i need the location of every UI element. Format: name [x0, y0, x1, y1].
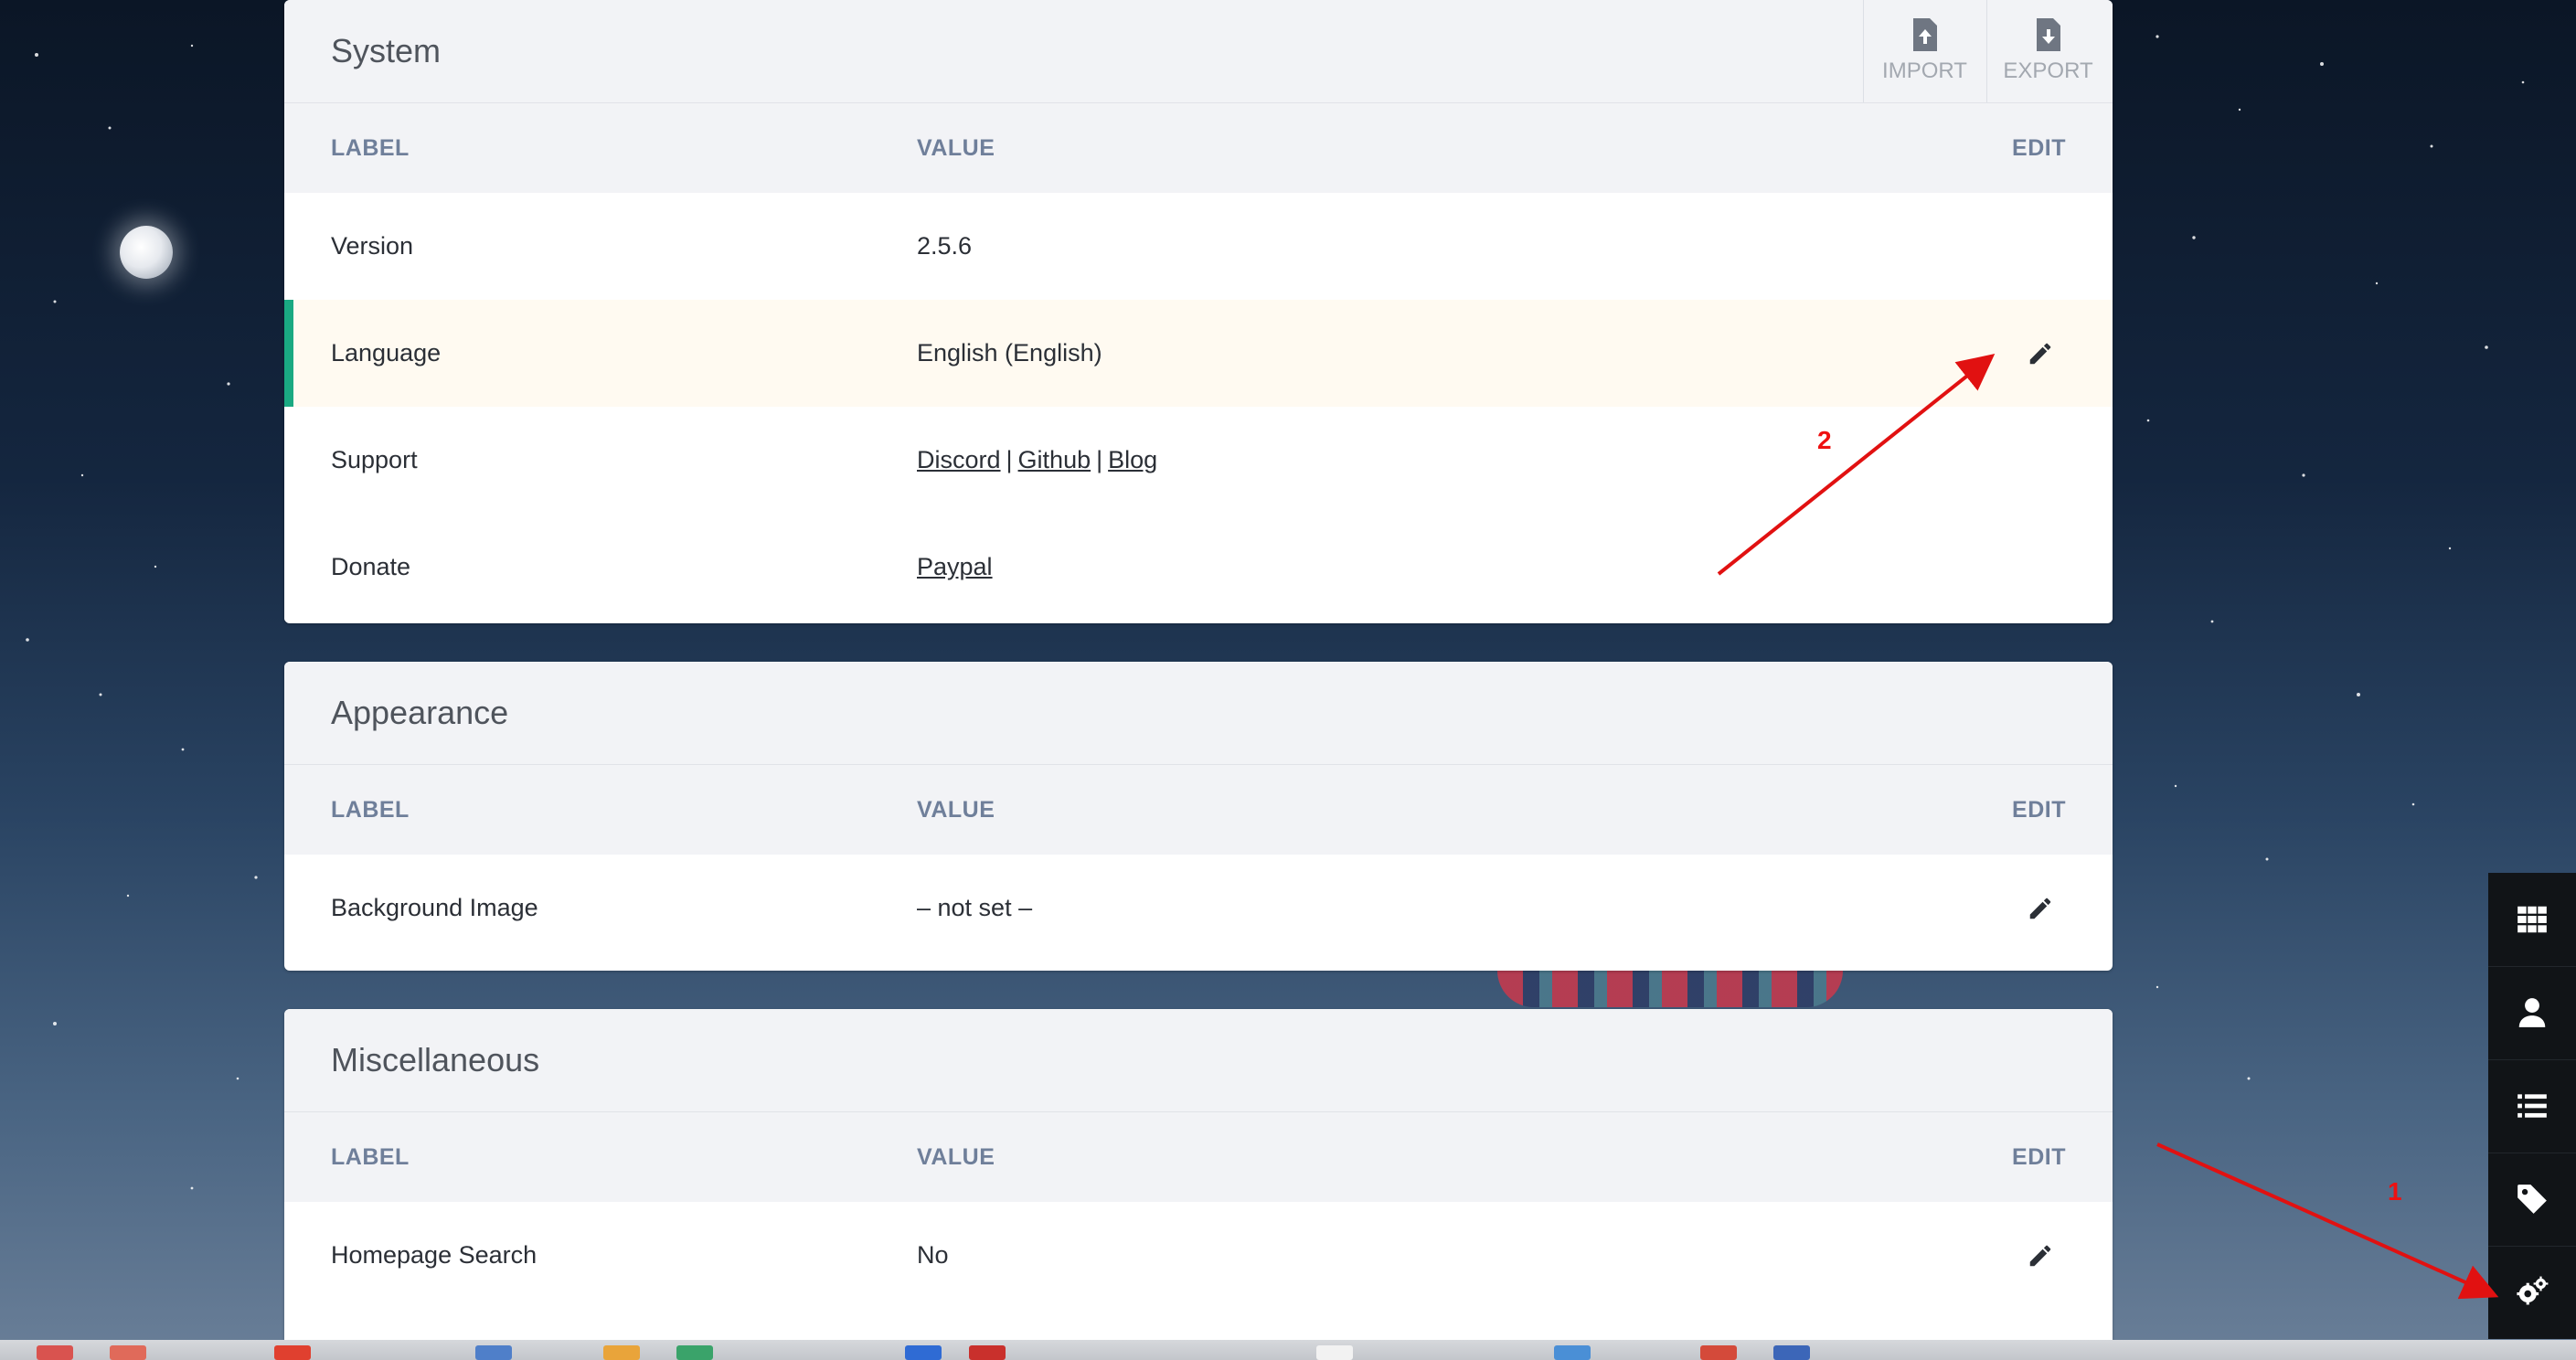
os-taskbar	[0, 1340, 2576, 1360]
sidebar-item-tags[interactable]	[2488, 1153, 2576, 1247]
panel-title-appearance: Appearance	[331, 694, 509, 731]
column-edit: EDIT	[2012, 797, 2066, 823]
column-label: LABEL	[331, 135, 410, 161]
panel-title-miscellaneous: Miscellaneous	[331, 1041, 540, 1078]
file-upload-icon	[1912, 18, 1937, 51]
row-value: No	[917, 1241, 949, 1269]
system-panel-header: System IMPORT EXPORT	[284, 0, 2113, 103]
table-row-donate: Donate Paypal	[284, 514, 2113, 621]
table-row-homepage-search: Homepage Search No	[284, 1202, 2113, 1309]
table-row-version: Version 2.5.6	[284, 193, 2113, 300]
row-value: – not set –	[917, 894, 1033, 921]
export-label: EXPORT	[2003, 58, 2093, 83]
appearance-column-header: LABEL VALUE EDIT	[284, 765, 2113, 855]
column-value: VALUE	[917, 797, 995, 823]
sidebar-item-settings[interactable]	[2488, 1246, 2576, 1339]
taskbar-app-icon[interactable]	[110, 1345, 146, 1360]
appearance-panel: Appearance LABEL VALUE EDIT Background I…	[284, 662, 2113, 971]
github-link[interactable]: Github	[1018, 446, 1091, 473]
misc-panel-header: Miscellaneous	[284, 1009, 2113, 1112]
row-label: Support	[331, 446, 418, 473]
taskbar-app-icon[interactable]	[905, 1345, 942, 1360]
settings-gears-icon	[2517, 1276, 2549, 1305]
taskbar-app-icon[interactable]	[1773, 1345, 1810, 1360]
row-label: Homepage Search	[331, 1241, 538, 1269]
column-label: LABEL	[331, 797, 410, 823]
pencil-icon[interactable]	[2027, 340, 2054, 367]
misc-column-header: LABEL VALUE EDIT	[284, 1112, 2113, 1202]
column-label: LABEL	[331, 1144, 410, 1170]
taskbar-app-icon[interactable]	[37, 1345, 73, 1360]
pencil-icon[interactable]	[2027, 895, 2054, 922]
column-edit: EDIT	[2012, 135, 2066, 161]
row-label: Donate	[331, 553, 411, 580]
pencil-icon[interactable]	[2027, 1242, 2054, 1270]
column-edit: EDIT	[2012, 1144, 2066, 1170]
sidebar-item-users[interactable]	[2488, 966, 2576, 1060]
annotation-label-1: 1	[2388, 1177, 2402, 1206]
system-panel: System IMPORT EXPORT LABEL VALUE EDIT Ve…	[284, 0, 2113, 623]
active-row-indicator	[284, 300, 293, 407]
import-button[interactable]: IMPORT	[1863, 0, 1985, 102]
taskbar-app-icon[interactable]	[603, 1345, 640, 1360]
column-value: VALUE	[917, 135, 995, 161]
row-value: English (English)	[917, 339, 1102, 367]
taskbar-app-icon[interactable]	[1554, 1345, 1591, 1360]
link-separator: |	[1006, 446, 1013, 473]
sidebar-item-list[interactable]	[2488, 1059, 2576, 1153]
tag-icon	[2517, 1185, 2547, 1214]
annotation-label-2: 2	[1817, 426, 1832, 454]
row-label: Background Image	[331, 894, 538, 921]
row-label: Version	[331, 232, 414, 260]
discord-link[interactable]: Discord	[917, 446, 1001, 473]
miscellaneous-panel: Miscellaneous LABEL VALUE EDIT Homepage …	[284, 1009, 2113, 1340]
file-download-icon	[2036, 18, 2060, 51]
grid-icon	[2517, 906, 2547, 933]
table-row-language[interactable]: Language English (English)	[284, 300, 2113, 407]
panel-title-system: System	[331, 32, 442, 69]
right-sidebar	[2488, 873, 2576, 1339]
list-icon	[2517, 1094, 2547, 1118]
table-row-support: Support Discord | Github | Blog	[284, 407, 2113, 514]
import-label: IMPORT	[1882, 58, 1967, 83]
link-separator: |	[1096, 446, 1103, 473]
donate-value: Paypal	[917, 514, 993, 621]
hot-air-balloon-background	[1497, 971, 1843, 1007]
taskbar-app-icon[interactable]	[274, 1345, 311, 1360]
taskbar-app-icon[interactable]	[1700, 1345, 1737, 1360]
moon	[120, 226, 173, 279]
paypal-link[interactable]: Paypal	[917, 553, 993, 580]
support-links: Discord | Github | Blog	[917, 407, 1157, 514]
taskbar-app-icon[interactable]	[969, 1345, 1006, 1360]
system-column-header: LABEL VALUE EDIT	[284, 103, 2113, 193]
row-label: Language	[331, 339, 442, 367]
user-icon	[2518, 998, 2546, 1027]
sidebar-item-apps[interactable]	[2488, 873, 2576, 967]
row-value: 2.5.6	[917, 232, 973, 260]
appearance-panel-header: Appearance	[284, 662, 2113, 765]
blog-link[interactable]: Blog	[1108, 446, 1157, 473]
table-row-background-image: Background Image – not set –	[284, 855, 2113, 962]
taskbar-app-icon[interactable]	[676, 1345, 713, 1360]
export-button[interactable]: EXPORT	[1986, 0, 2109, 102]
taskbar-app-icon[interactable]	[1316, 1345, 1353, 1360]
taskbar-app-icon[interactable]	[475, 1345, 512, 1360]
column-value: VALUE	[917, 1144, 995, 1170]
